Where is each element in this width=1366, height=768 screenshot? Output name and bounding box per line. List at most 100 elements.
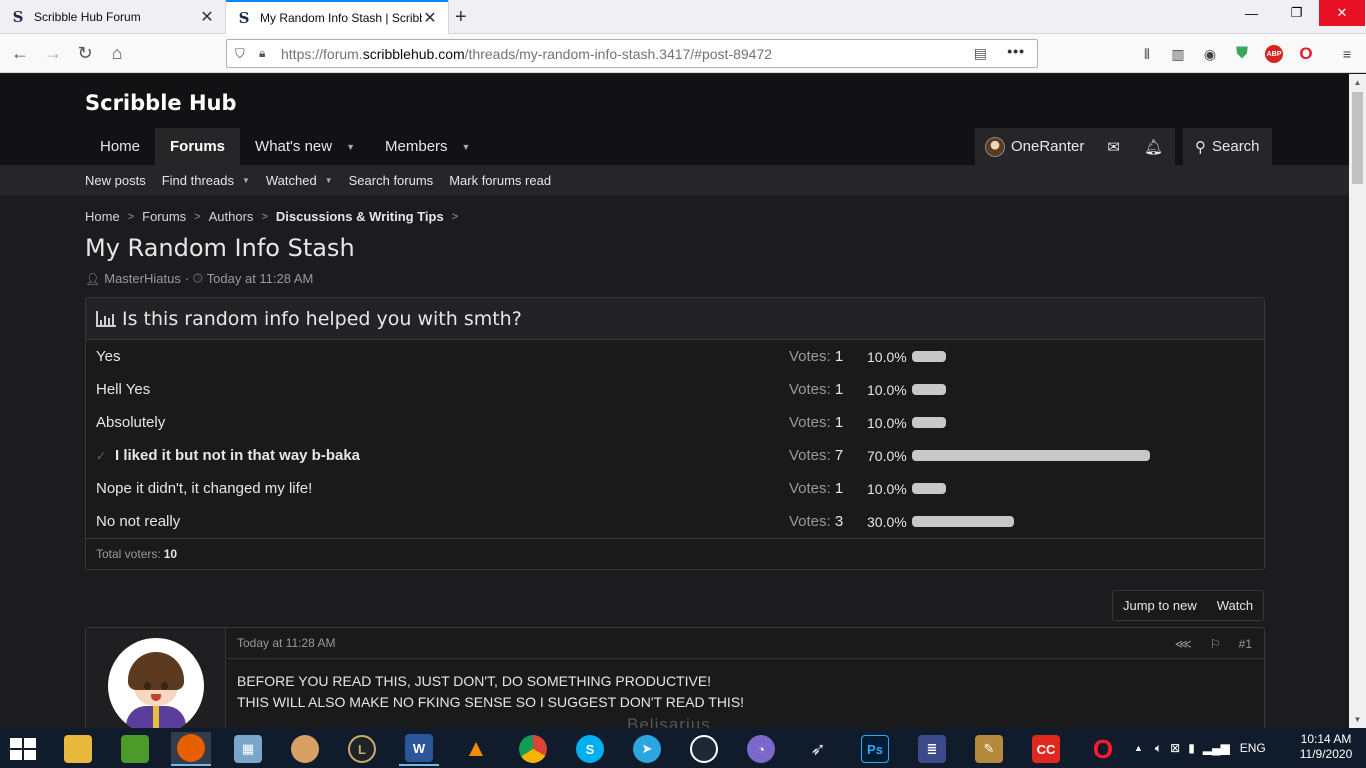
window-close-icon[interactable]: ✕ (1319, 0, 1365, 26)
search-label: Search (1212, 138, 1260, 155)
nav-whats-new[interactable]: What's new ▼ (240, 128, 370, 165)
scroll-up-icon[interactable]: ▲ (1349, 74, 1366, 91)
close-tab-icon[interactable]: ✕ (422, 8, 438, 28)
scrollbar-thumb[interactable] (1352, 92, 1363, 184)
back-icon[interactable]: ← (8, 41, 32, 65)
bar-chart-icon (96, 310, 116, 327)
battery-icon[interactable]: ▮ (1188, 741, 1195, 755)
avatar[interactable] (108, 638, 204, 728)
language-indicator[interactable]: ENG (1240, 741, 1266, 755)
taskbar-cc[interactable]: CC (1026, 732, 1066, 766)
maximize-icon[interactable]: ❐ (1274, 0, 1319, 26)
thread-author[interactable]: MasterHiatus (104, 271, 181, 286)
total-voters-label: Total voters: (96, 547, 161, 561)
chevron-down-icon[interactable]: ▼ (346, 142, 355, 152)
inbox-button[interactable]: ✉ (1095, 128, 1132, 165)
breadcrumb-discussions[interactable]: Discussions & Writing Tips (276, 209, 444, 224)
poll-header: Is this random info helped you with smth… (86, 298, 1264, 340)
reload-icon[interactable]: ↻ (73, 41, 97, 65)
taskbar-league[interactable]: L (342, 732, 382, 766)
library-icon[interactable]: ⫴ (1137, 44, 1157, 64)
taskbar-telegram[interactable]: ➤ (627, 732, 667, 766)
nav-forums[interactable]: Forums (155, 128, 241, 165)
address-bar[interactable]: ⛉ 🔒︎ https://forum.scribblehub.com/threa… (226, 39, 1038, 68)
votes-label: Votes: (789, 381, 831, 398)
minimize-icon[interactable]: — (1229, 0, 1274, 26)
poll-question: Is this random info helped you with smth… (122, 307, 522, 330)
breadcrumb-home[interactable]: Home (85, 209, 120, 224)
subnav-mark-forums-read[interactable]: Mark forums read (449, 173, 551, 188)
account-icon[interactable]: ◉ (1200, 44, 1220, 64)
taskbar-app[interactable]: ➶ (798, 732, 838, 766)
post-line: BEFORE YOU READ THIS, JUST DON'T, DO SOM… (237, 673, 712, 689)
windows-start-icon[interactable] (10, 738, 38, 760)
site-logo[interactable]: Scribble Hub (85, 91, 237, 115)
opera-icon[interactable]: O (1296, 44, 1316, 64)
votes-count: 7 (834, 447, 844, 464)
poll-option-row: ✓ I liked it but not in that way b-baka Vo… (86, 439, 1264, 472)
tracking-shield-icon[interactable]: ⛉ (235, 46, 251, 62)
taskbar-calculator[interactable]: ▦ (228, 732, 268, 766)
nav-members[interactable]: Members ▼ (370, 128, 485, 165)
taskbar-opera[interactable]: O (1083, 732, 1123, 766)
breadcrumb-forums[interactable]: Forums (142, 209, 186, 224)
subnav-find-threads[interactable]: Find threads ▼ (162, 173, 250, 188)
chevron-down-icon[interactable]: ▼ (242, 176, 250, 185)
page-actions-icon[interactable]: ••• (1007, 43, 1025, 59)
taskbar-notes[interactable]: ✎ (969, 732, 1009, 766)
lock-icon[interactable]: 🔒︎ (259, 46, 273, 61)
alerts-button[interactable]: 🔔︎ (1131, 128, 1175, 165)
post-number[interactable]: #1 (1239, 637, 1252, 651)
bird-icon: ➶ (810, 738, 826, 759)
search-button[interactable]: ⚲ Search (1183, 128, 1272, 165)
subnav-search-forums[interactable]: Search forums (349, 173, 434, 188)
thread-date[interactable]: Today at 11:28 AM (207, 271, 314, 286)
browser-tab-forum[interactable]: S Scribble Hub Forum ✕ (0, 0, 225, 34)
taskbar-paint[interactable] (285, 732, 325, 766)
user-account-link[interactable]: OneRanter (975, 128, 1096, 165)
taskbar-chrome[interactable] (513, 732, 553, 766)
signal-icon[interactable]: ▂▄▆ (1203, 741, 1230, 755)
subnav-new-posts[interactable]: New posts (85, 173, 146, 188)
poll-votes: Votes: 1 (789, 348, 843, 365)
jump-to-new-button[interactable]: Jump to new (1113, 591, 1207, 620)
chevron-down-icon[interactable]: ▼ (462, 142, 471, 152)
sidebar-icon[interactable]: ▥ (1168, 44, 1188, 64)
bookmark-icon[interactable]: ⚐ (1210, 637, 1221, 651)
browser-tab-thread[interactable]: S My Random Info Stash | Scribbl ✕ (226, 0, 448, 34)
network-icon[interactable]: ⊠ (1170, 741, 1180, 755)
ublock-shield-icon[interactable]: ⛊ (1232, 44, 1252, 64)
watch-button[interactable]: Watch (1207, 591, 1263, 620)
taskbar-firefox[interactable] (171, 732, 211, 766)
avatar-caption: Belisarius (627, 715, 711, 728)
scroll-down-icon[interactable]: ▼ (1349, 711, 1366, 728)
taskbar-maps[interactable] (115, 732, 155, 766)
taskbar-skype[interactable]: S (570, 732, 610, 766)
adblock-plus-icon[interactable]: ABP (1265, 45, 1283, 63)
new-tab-button[interactable]: + (455, 6, 467, 29)
chevron-up-icon[interactable]: ▲ (1134, 743, 1143, 753)
palette-icon (291, 735, 319, 763)
taskbar-equalizer[interactable]: ≣ (912, 732, 952, 766)
reader-view-icon[interactable]: ▤ (974, 45, 987, 62)
clock[interactable]: 10:14 AM 11/9/2020 (1296, 732, 1356, 762)
close-tab-icon[interactable]: ✕ (199, 7, 215, 27)
breadcrumb-authors[interactable]: Authors (209, 209, 254, 224)
page-scrollbar[interactable]: ▲ ▼ (1349, 74, 1366, 728)
post-date[interactable]: Today at 11:28 AM (237, 636, 336, 650)
taskbar-steam[interactable] (684, 732, 724, 766)
taskbar-photoshop[interactable]: Ps (855, 732, 895, 766)
nav-home[interactable]: Home (85, 128, 155, 165)
subnav-watched[interactable]: Watched ▼ (266, 173, 333, 188)
volume-icon[interactable]: 🔈︎ (1155, 741, 1162, 756)
share-icon[interactable]: ⋘ (1175, 637, 1192, 651)
taskbar-word[interactable]: W (399, 732, 439, 766)
url-text[interactable]: https://forum.scribblehub.com/threads/my… (281, 46, 772, 62)
chevron-down-icon[interactable]: ▼ (325, 176, 333, 185)
taskbar-bittorrent[interactable]: ◔ (741, 732, 781, 766)
taskbar-file-explorer[interactable] (58, 732, 98, 766)
forward-icon[interactable]: → (41, 41, 65, 65)
home-icon[interactable]: ⌂ (105, 41, 129, 65)
taskbar-vlc[interactable]: ▲ (456, 732, 496, 766)
menu-icon[interactable]: ≡ (1337, 44, 1357, 64)
